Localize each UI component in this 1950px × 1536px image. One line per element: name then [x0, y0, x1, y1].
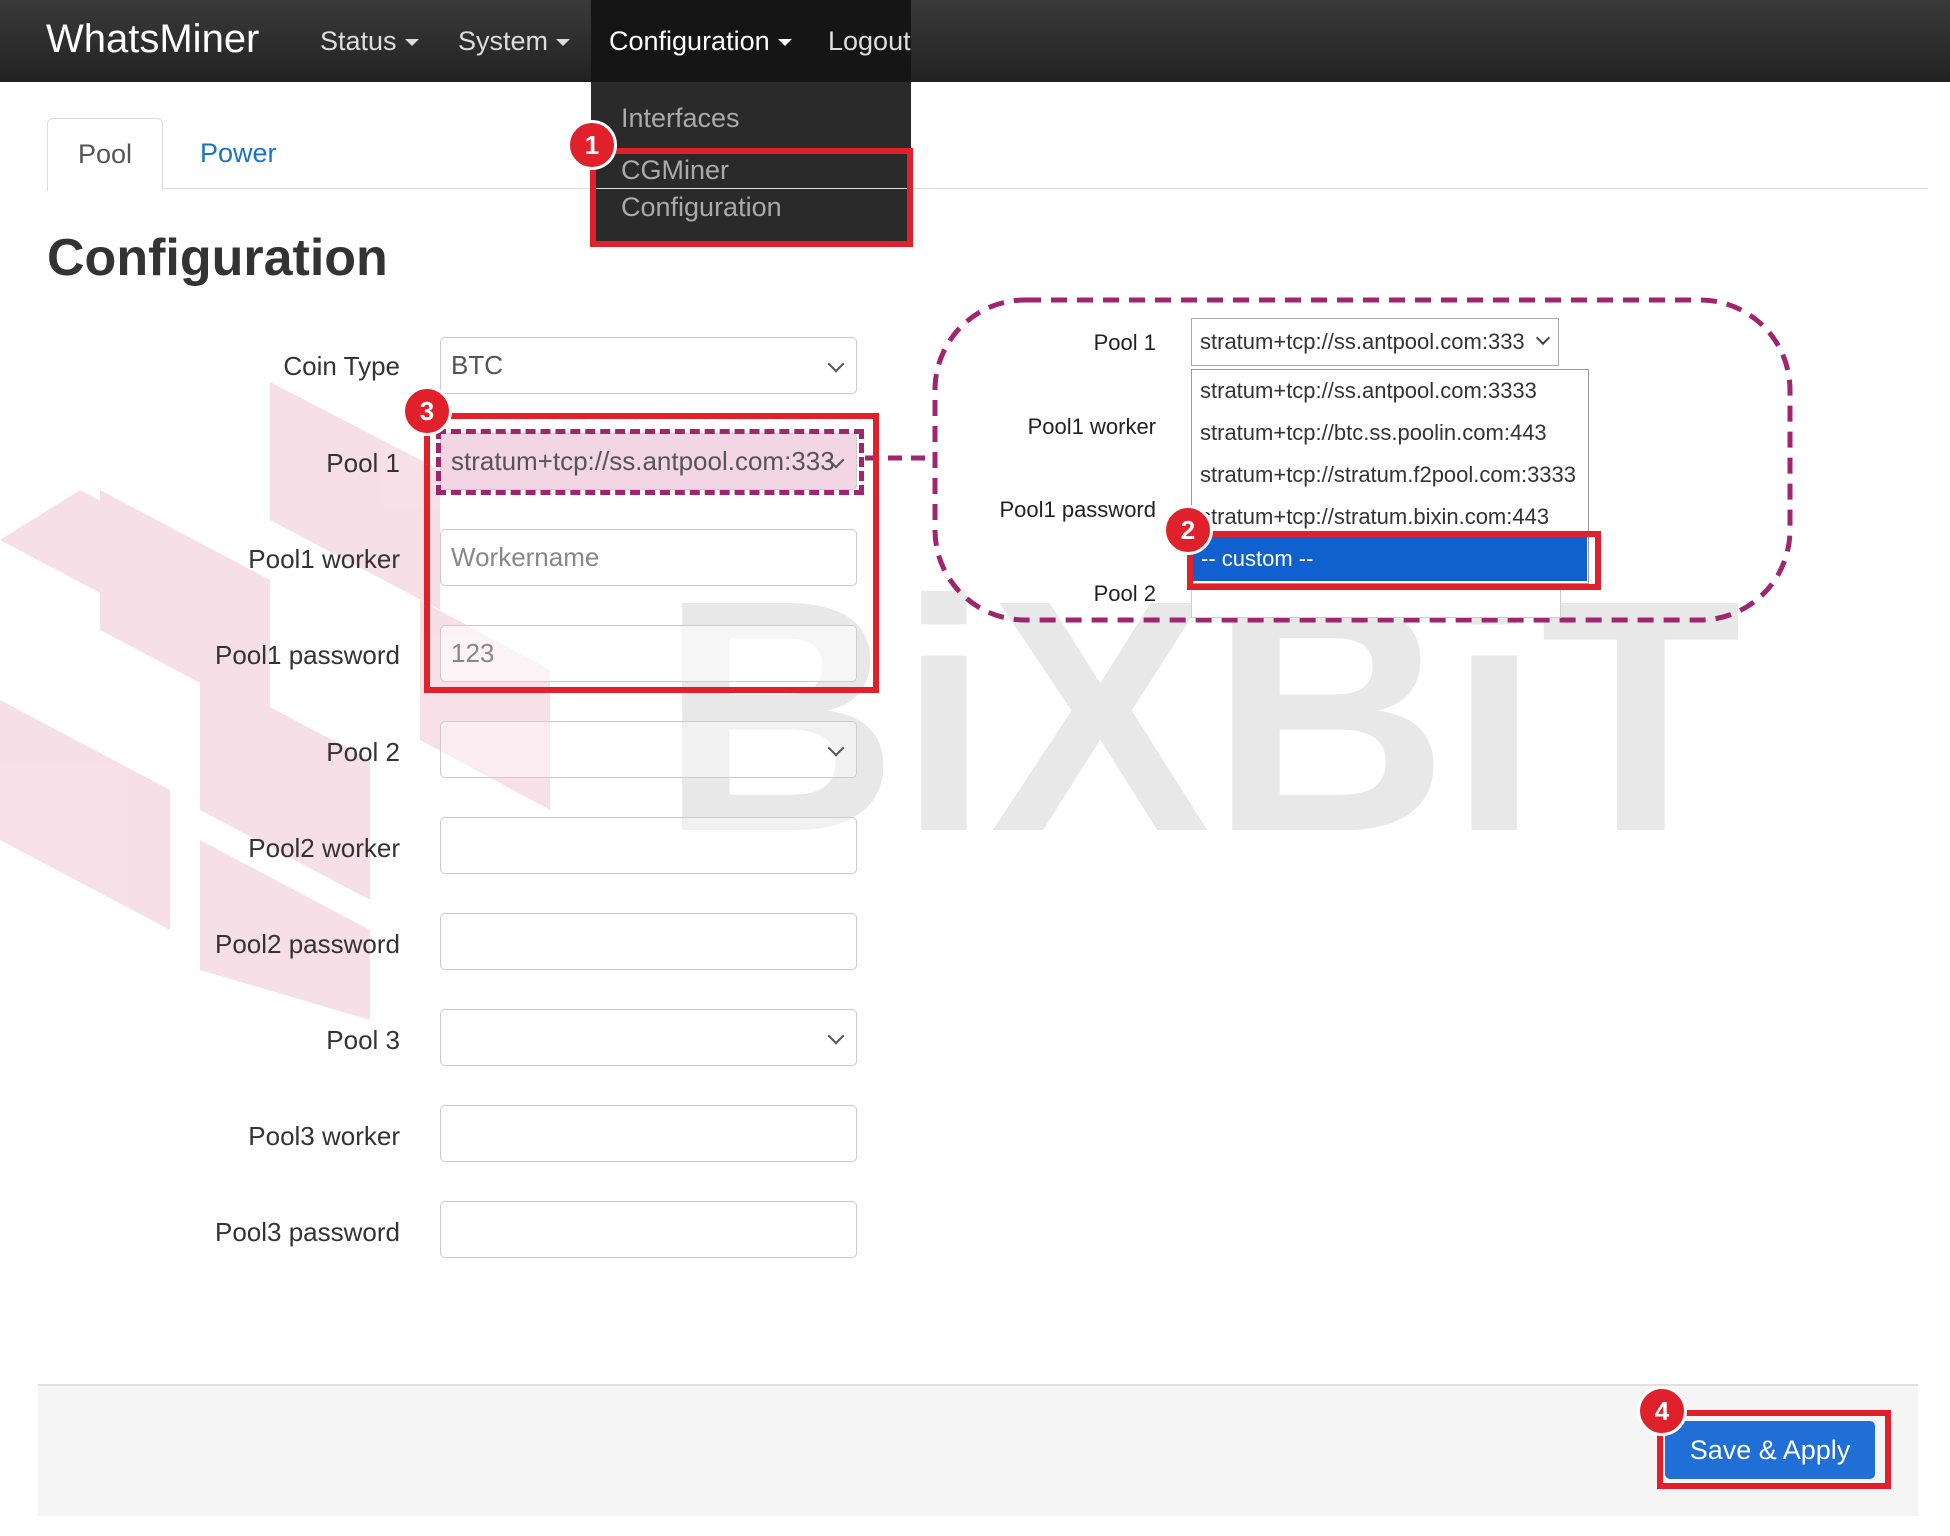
- coin-type-label: Coin Type: [283, 351, 400, 381]
- pool2-worker-label: Pool2 worker: [248, 833, 400, 863]
- pool2-label: Pool 2: [326, 737, 400, 767]
- caret-down-icon: [777, 39, 792, 47]
- tab-power[interactable]: Power: [180, 118, 297, 189]
- nav-configuration-label: Configuration: [609, 26, 770, 56]
- pool1-worker-label: Pool1 worker: [248, 544, 400, 574]
- zoom-pool1-label: Pool 1: [1093, 330, 1156, 355]
- annotation-box-4: [1657, 1410, 1891, 1489]
- step-badge-2: 2: [1163, 505, 1213, 555]
- step-badge-3: 3: [402, 386, 452, 436]
- zoom-pool1-value: stratum+tcp://ss.antpool.com:333: [1200, 329, 1525, 354]
- pool-option[interactable]: stratum+tcp://stratum.f2pool.com:3333: [1200, 462, 1576, 488]
- tab-divider: [46, 188, 1928, 189]
- step-badge-1: 1: [567, 120, 617, 170]
- pool3-worker-label: Pool3 worker: [248, 1121, 400, 1151]
- pool2-password-input[interactable]: [440, 913, 857, 970]
- zoom-pool1-worker-label: Pool1 worker: [1027, 414, 1156, 439]
- nav-system[interactable]: System: [440, 0, 588, 82]
- coin-type-value: BTC: [451, 350, 503, 380]
- brand-logo[interactable]: WhatsMiner: [46, 14, 259, 64]
- pool2-worker-input[interactable]: [440, 817, 857, 874]
- pool-option[interactable]: stratum+tcp://stratum.bixin.com:443: [1200, 504, 1549, 530]
- nav-status-label: Status: [320, 26, 397, 56]
- annotation-box-1: [590, 148, 913, 247]
- pool1-password-label: Pool1 password: [215, 640, 400, 670]
- zoom-pool1-select[interactable]: stratum+tcp://ss.antpool.com:333: [1191, 318, 1559, 366]
- pool3-select[interactable]: [440, 1009, 857, 1066]
- annotation-box-3: [424, 413, 879, 693]
- nav-logout[interactable]: Logout: [810, 0, 929, 82]
- pool-option[interactable]: stratum+tcp://ss.antpool.com:3333: [1200, 378, 1537, 404]
- form-footer: [38, 1384, 1918, 1516]
- pool1-label: Pool 1: [326, 448, 400, 478]
- pool3-password-input[interactable]: [440, 1201, 857, 1258]
- pool3-label: Pool 3: [326, 1025, 400, 1055]
- tab-pool[interactable]: Pool: [47, 118, 163, 191]
- nav-system-label: System: [458, 26, 549, 56]
- top-navbar: [0, 0, 1950, 82]
- menu-item-interfaces[interactable]: Interfaces: [621, 100, 740, 137]
- annotation-box-2: [1187, 531, 1601, 590]
- zoom-pool1-password-label: Pool1 password: [999, 497, 1156, 522]
- pool-option[interactable]: stratum+tcp://btc.ss.poolin.com:443: [1200, 420, 1547, 446]
- zoom-pool2-label: Pool 2: [1093, 581, 1156, 606]
- pool2-password-label: Pool2 password: [215, 929, 400, 959]
- nav-status[interactable]: Status: [302, 0, 437, 82]
- caret-down-icon: [556, 39, 571, 47]
- pool3-password-label: Pool3 password: [215, 1217, 400, 1247]
- page-title: Configuration: [47, 229, 388, 287]
- caret-down-icon: [404, 39, 419, 47]
- coin-type-select[interactable]: BTC: [440, 337, 857, 394]
- step-badge-4: 4: [1637, 1386, 1687, 1436]
- nav-logout-label: Logout: [828, 26, 911, 56]
- pool3-worker-input[interactable]: [440, 1105, 857, 1162]
- pool2-select[interactable]: [440, 721, 857, 778]
- chevron-down-icon: [1535, 330, 1551, 346]
